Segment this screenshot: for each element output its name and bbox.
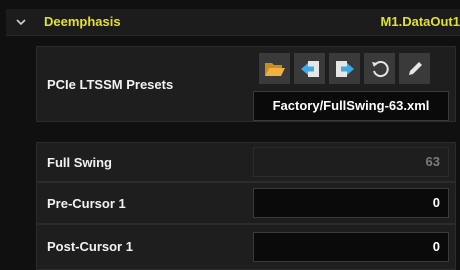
full-swing-field: 63 [253,147,449,177]
reset-preset-button[interactable] [364,53,395,84]
deemphasis-panel: Deemphasis M1.DataOut1 PCIe LTSSM Preset… [0,0,460,270]
full-swing-row: Full Swing 63 [36,142,456,182]
reset-icon [370,59,390,79]
pre-cursor-1-field[interactable]: 0 [253,188,449,218]
post-cursor-1-row: Post-Cursor 1 0 [36,224,456,270]
pre-cursor-1-label: Pre-Cursor 1 [47,196,126,211]
presets-toolbar [259,53,430,85]
section-source: M1.DataOut1 [380,14,460,29]
import-preset-button[interactable] [294,53,325,84]
open-preset-button[interactable] [259,53,290,84]
export-arrow-icon [334,59,356,79]
section-title: Deemphasis [44,14,121,29]
export-preset-button[interactable] [329,53,360,84]
pre-cursor-1-row: Pre-Cursor 1 0 [36,182,456,224]
folder-open-icon [264,60,286,78]
chevron-down-icon[interactable] [14,15,28,29]
post-cursor-1-field[interactable]: 0 [253,232,449,262]
post-cursor-1-label: Post-Cursor 1 [47,239,133,254]
settings-table: PCIe LTSSM Presets Factory/FullSwing-63.… [36,46,456,270]
presets-label: PCIe LTSSM Presets [47,77,174,92]
presets-row: PCIe LTSSM Presets Factory/FullSwing-63.… [36,46,456,122]
import-arrow-icon [299,59,321,79]
preset-file-field[interactable]: Factory/FullSwing-63.xml [253,91,449,121]
full-swing-label: Full Swing [47,155,112,170]
section-header[interactable]: Deemphasis M1.DataOut1 [6,9,460,36]
pencil-icon [405,59,425,79]
edit-preset-button[interactable] [399,53,430,84]
